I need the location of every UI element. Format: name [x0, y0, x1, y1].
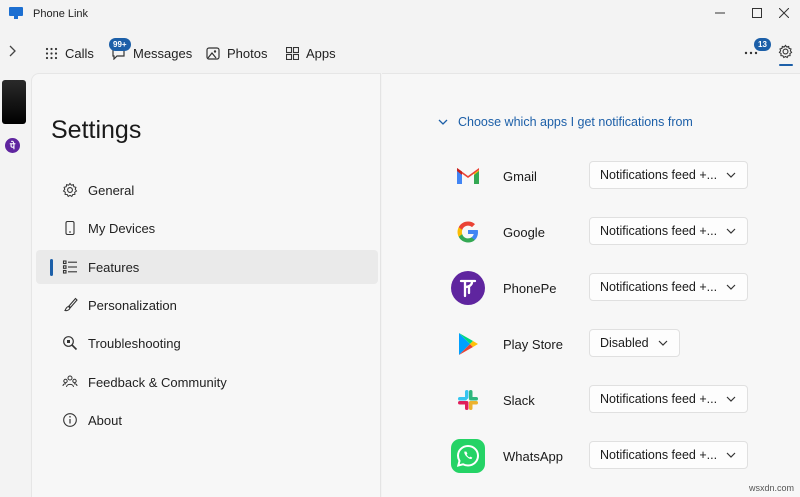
- play-store-icon: [451, 327, 485, 361]
- list-item-slack: Slack Notifications feed +...: [382, 378, 800, 422]
- app-name: WhatsApp: [503, 449, 563, 464]
- app-name: PhonePe: [503, 281, 557, 296]
- menu-item-label: General: [88, 183, 135, 198]
- notification-setting-dropdown[interactable]: Notifications feed +...: [589, 217, 748, 245]
- close-button[interactable]: [764, 0, 800, 26]
- chevron-down-icon: [726, 228, 736, 234]
- section-header-label: Choose which apps I get notifications fr…: [458, 115, 693, 129]
- chevron-down-icon: [658, 340, 668, 346]
- phone-screen-thumbnail[interactable]: [2, 80, 26, 124]
- phone-icon: [65, 220, 75, 236]
- troubleshoot-icon: [63, 336, 78, 351]
- whatsapp-icon: [451, 439, 485, 473]
- menu-item-general[interactable]: General: [36, 173, 378, 207]
- gmail-icon: [451, 159, 485, 193]
- settings-panel: Settings General My Devices Features Per…: [31, 73, 381, 497]
- phone-link-app-icon: [9, 7, 23, 19]
- app-name: Gmail: [503, 169, 537, 184]
- tab-photos[interactable]: Photos: [206, 43, 267, 63]
- messages-badge: 99+: [109, 38, 131, 51]
- menu-item-troubleshooting[interactable]: Troubleshooting: [36, 326, 378, 360]
- phonepe-icon: [451, 271, 485, 305]
- more-badge: 13: [754, 38, 771, 51]
- dropdown-value: Notifications feed +...: [600, 168, 718, 182]
- list-item-google: Google Notifications feed +...: [382, 210, 800, 254]
- watermark: wsxdn.com: [748, 483, 794, 493]
- close-icon: [779, 8, 789, 18]
- google-icon: [451, 215, 485, 249]
- window-title: Phone Link: [33, 8, 89, 20]
- menu-item-label: Personalization: [88, 298, 177, 313]
- gear-icon: [778, 44, 793, 59]
- notification-setting-dropdown[interactable]: Disabled: [589, 329, 680, 357]
- list-item-whatsapp: WhatsApp Notifications feed +...: [382, 434, 800, 478]
- page-title: Settings: [51, 116, 142, 144]
- info-icon: [63, 413, 77, 427]
- minimize-icon: [715, 12, 725, 14]
- list-item-gmail: Gmail Notifications feed +...: [382, 154, 800, 198]
- gear-icon: [62, 182, 78, 198]
- title-bar: Phone Link: [0, 0, 800, 28]
- notification-setting-dropdown[interactable]: Notifications feed +...: [589, 273, 748, 301]
- tab-apps-label: Apps: [306, 45, 336, 61]
- menu-item-about[interactable]: About: [36, 403, 378, 437]
- chevron-down-icon: [726, 284, 736, 290]
- list-item-phonepe: PhonePe Notifications feed +...: [382, 266, 800, 310]
- apps-grid-icon: [286, 46, 299, 60]
- menu-item-feedback[interactable]: Feedback & Community: [36, 365, 378, 399]
- community-icon: [62, 375, 78, 388]
- tab-photos-label: Photos: [227, 45, 268, 61]
- list-icon: [62, 260, 77, 274]
- menu-item-features[interactable]: Features: [36, 250, 378, 284]
- menu-item-label: Feedback & Community: [88, 375, 227, 390]
- chevron-down-icon: [438, 119, 448, 125]
- tab-apps[interactable]: Apps: [286, 43, 336, 63]
- dropdown-value: Disabled: [600, 336, 649, 350]
- selected-indicator: [50, 259, 53, 276]
- tab-messages-label: Messages: [133, 45, 193, 61]
- menu-item-label: My Devices: [88, 221, 156, 236]
- maximize-icon: [752, 8, 762, 18]
- notification-setting-dropdown[interactable]: Notifications feed +...: [589, 385, 748, 413]
- settings-button[interactable]: [778, 44, 796, 68]
- chevron-down-icon: [726, 452, 736, 458]
- list-item-play-store: Play Store Disabled: [382, 322, 800, 366]
- menu-item-my-devices[interactable]: My Devices: [36, 211, 378, 245]
- app-name: Slack: [503, 393, 535, 408]
- menu-item-label: Features: [88, 260, 140, 275]
- dropdown-value: Notifications feed +...: [600, 280, 718, 294]
- notification-setting-dropdown[interactable]: Notifications feed +...: [589, 441, 748, 469]
- dialpad-icon: [45, 47, 58, 59]
- slack-icon: [451, 383, 485, 417]
- menu-item-label: About: [88, 413, 122, 428]
- menu-item-label: Troubleshooting: [88, 336, 181, 351]
- app-name: Google: [503, 225, 545, 240]
- app-name: Play Store: [503, 337, 563, 352]
- dropdown-value: Notifications feed +...: [600, 448, 718, 462]
- phonepe-recent-icon[interactable]: पे: [5, 138, 20, 153]
- chevron-down-icon: [726, 172, 736, 178]
- menu-item-personalization[interactable]: Personalization: [36, 288, 378, 322]
- minimize-button[interactable]: [700, 0, 740, 26]
- chevron-down-icon: [726, 396, 736, 402]
- notification-setting-dropdown[interactable]: Notifications feed +...: [589, 161, 748, 189]
- active-tab-indicator: [779, 64, 793, 66]
- photos-icon: [206, 46, 220, 60]
- notifications-panel: Choose which apps I get notifications fr…: [382, 73, 800, 497]
- expand-chevron-icon[interactable]: [6, 44, 20, 58]
- dropdown-value: Notifications feed +...: [600, 224, 718, 238]
- tab-calls-label: Calls: [65, 45, 94, 61]
- tab-calls[interactable]: Calls: [45, 43, 94, 63]
- notification-apps-expander[interactable]: Choose which apps I get notifications fr…: [438, 115, 693, 129]
- dropdown-value: Notifications feed +...: [600, 392, 718, 406]
- brush-icon: [64, 297, 78, 312]
